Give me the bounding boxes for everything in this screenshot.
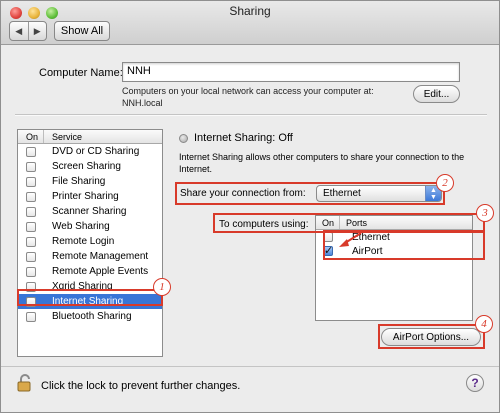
service-row[interactable]: Screen Sharing (18, 159, 162, 174)
show-all-button[interactable]: Show All (54, 21, 110, 41)
sharing-window: Sharing ◀ ▶ Show All Computer Name: NNH … (0, 0, 500, 413)
annotation-badge-4: 4 (475, 315, 493, 333)
service-checkbox[interactable] (26, 266, 36, 277)
service-label: Scanner Sharing (52, 206, 127, 217)
annotation-badge-1: 1 (153, 278, 171, 296)
computer-name-desc-line1: Computers on your local network can acce… (122, 86, 374, 96)
annotation-arrow-icon (339, 232, 362, 247)
title-bar: Sharing ◀ ▶ Show All (1, 1, 499, 45)
service-label: Bluetooth Sharing (52, 311, 132, 322)
annotation-box-2 (175, 182, 445, 205)
service-checkbox[interactable] (26, 176, 36, 187)
service-row[interactable]: Bluetooth Sharing (18, 309, 162, 324)
header-on: On (18, 130, 44, 143)
forward-arrow-icon[interactable]: ▶ (27, 22, 47, 40)
lock-message: Click the lock to prevent further change… (41, 380, 241, 392)
service-row[interactable]: Remote Login (18, 234, 162, 249)
service-checkbox-cell (18, 251, 44, 262)
section-divider (15, 114, 487, 116)
service-label: Remote Management (52, 251, 149, 262)
service-label: Remote Apple Events (52, 266, 149, 277)
service-checkbox-cell (18, 146, 44, 157)
back-arrow-icon[interactable]: ◀ (10, 22, 28, 40)
service-row[interactable]: DVD or CD Sharing (18, 144, 162, 159)
service-checkbox-cell (18, 206, 44, 217)
service-label: DVD or CD Sharing (52, 146, 140, 157)
service-checkbox-cell (18, 311, 44, 322)
help-button[interactable]: ? (466, 374, 484, 392)
service-row[interactable]: Web Sharing (18, 219, 162, 234)
service-checkbox[interactable] (26, 191, 36, 202)
edit-hostname-button[interactable]: Edit... (413, 85, 460, 103)
service-label: Printer Sharing (52, 191, 119, 202)
service-label: File Sharing (52, 176, 106, 187)
service-checkbox-cell (18, 176, 44, 187)
service-list: On Service DVD or CD Sharing Screen Shari… (17, 129, 163, 357)
service-row[interactable]: Remote Apple Events (18, 264, 162, 279)
service-checkbox-cell (18, 266, 44, 277)
computer-name-field[interactable]: NNH (122, 62, 460, 82)
annotation-box-4 (378, 324, 485, 349)
service-checkbox[interactable] (26, 236, 36, 247)
service-checkbox-cell (18, 221, 44, 232)
sharing-status: Internet Sharing: Off (194, 132, 293, 144)
service-row[interactable]: Printer Sharing (18, 189, 162, 204)
service-row[interactable]: Remote Management (18, 249, 162, 264)
service-row[interactable]: Scanner Sharing (18, 204, 162, 219)
service-checkbox-cell (18, 191, 44, 202)
service-checkbox[interactable] (26, 206, 36, 217)
annotation-badge-2: 2 (436, 174, 454, 192)
service-label: Web Sharing (52, 221, 110, 232)
annotation-box-1 (17, 289, 163, 306)
lock-icon[interactable] (17, 374, 33, 392)
service-checkbox[interactable] (26, 146, 36, 157)
service-label: Remote Login (52, 236, 115, 247)
window-title: Sharing (229, 4, 271, 18)
status-indicator-icon (179, 134, 188, 143)
footer-divider (1, 366, 499, 367)
service-checkbox-cell (18, 161, 44, 172)
service-checkbox[interactable] (26, 311, 36, 322)
header-service: Service (52, 131, 83, 142)
service-label: Screen Sharing (52, 161, 121, 172)
nav-segment: ◀ ▶ (9, 21, 47, 41)
computer-name-label: Computer Name: (39, 67, 123, 79)
annotation-badge-3: 3 (476, 204, 494, 222)
local-hostname: NNH.local (122, 98, 163, 108)
service-checkbox[interactable] (26, 221, 36, 232)
service-list-header: On Service (18, 130, 162, 144)
service-checkbox-cell (18, 236, 44, 247)
service-checkbox[interactable] (26, 161, 36, 172)
sharing-description: Internet Sharing allows other computers … (179, 152, 465, 174)
service-row[interactable]: File Sharing (18, 174, 162, 189)
service-checkbox[interactable] (26, 251, 36, 262)
computer-name-description: Computers on your local network can acce… (122, 85, 392, 109)
